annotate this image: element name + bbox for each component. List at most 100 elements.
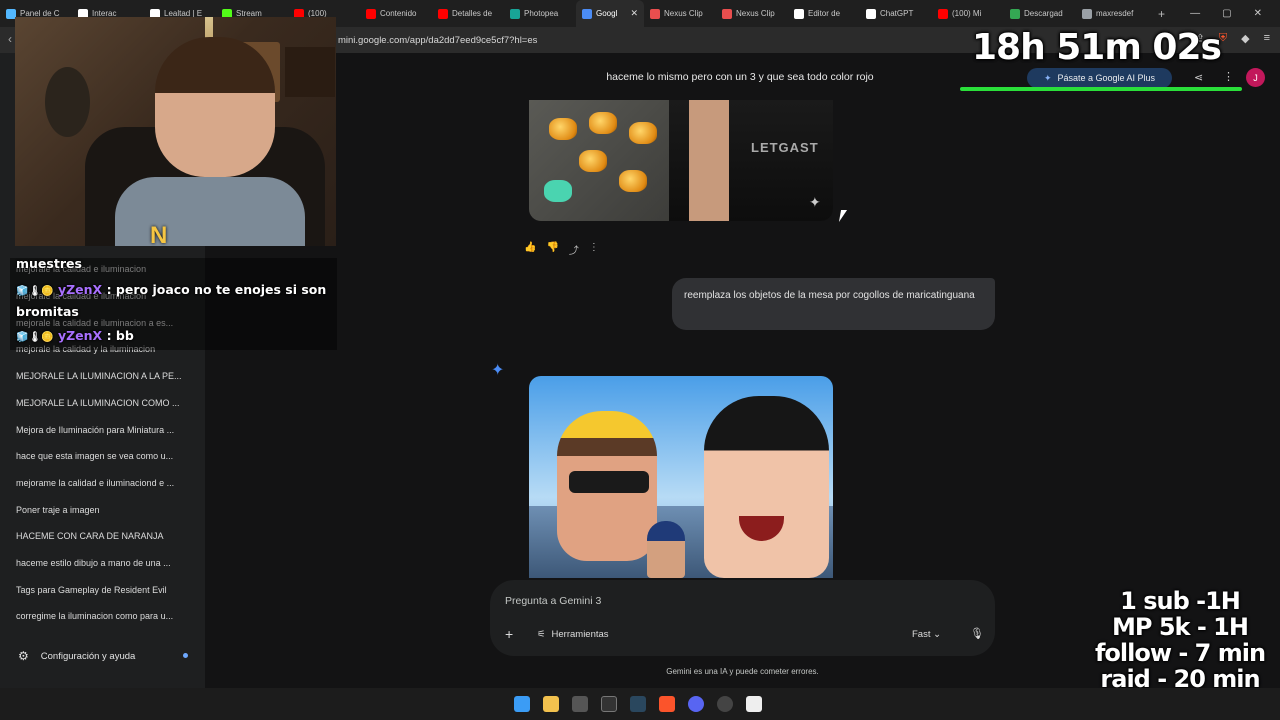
obs-icon[interactable] (717, 696, 733, 712)
url-text[interactable]: mini.google.com/app/da2dd7eed9ce5cf7?hl=… (338, 35, 537, 46)
gemini-sparkle-icon: ✦ (491, 362, 505, 379)
upgrade-label: Pásate a Google AI Plus (1057, 73, 1156, 83)
tab-label: Photopea (524, 9, 559, 18)
settings-and-help[interactable]: ⚙ Configuración y ayuda (18, 649, 188, 663)
tab-favicon-icon (438, 8, 448, 19)
subathon-rule: MP 5k - 1H (1112, 613, 1249, 641)
browser-tab[interactable]: Nexus Clip (644, 0, 716, 27)
browser-tab[interactable]: Editor de (788, 0, 860, 27)
sidebar-chat-item[interactable]: corregime la iluminacion como para u... (16, 611, 196, 621)
subathon-timer: 18h 51m 02s (972, 27, 1222, 68)
browser-tab[interactable]: maxresdef (1076, 0, 1148, 27)
tab-label: Contenido (380, 9, 417, 18)
brave-browser-icon[interactable] (659, 696, 675, 712)
browser-tab[interactable]: Googl ✕ (576, 0, 644, 27)
tab-label: ChatGPT (880, 9, 914, 18)
share-conversation-icon[interactable]: ⋖ (1194, 71, 1203, 84)
tools-button[interactable]: ⚟ Herramientas (537, 629, 609, 640)
avatar[interactable]: J (1246, 68, 1265, 87)
chat-text: : bb (106, 328, 134, 343)
tab-label: (100) Mi (952, 9, 982, 18)
tab-favicon-icon (650, 8, 660, 19)
subathon-rule: follow - 7 min (1094, 639, 1266, 667)
response-actions: 👍 👎 ⤴ ⋮ (524, 242, 599, 257)
settings-label: Configuración y ayuda (40, 650, 136, 662)
screen: Panel de C Interac Lealtad | E Stream (100) C… (0, 0, 1280, 720)
menu-icon[interactable]: ≡ (1264, 32, 1270, 45)
upgrade-button[interactable]: ✦ Pásate a Google AI Plus (1027, 68, 1172, 88)
browser-tab[interactable]: ChatGPT (860, 0, 932, 27)
tab-favicon-icon (866, 8, 876, 19)
sidebar-chat-item[interactable]: MEJORALE LA ILUMINACION A LA PE... (16, 371, 196, 381)
maximize-icon[interactable]: ▢ (1222, 8, 1231, 19)
sidebar-chat-item[interactable]: MEJORALE LA ILUMINACION COMO ... (16, 398, 196, 408)
tab-label: Descargad (1024, 9, 1063, 18)
sidebar-chat-item[interactable]: HACEME CON CARA DE NARANJA (16, 531, 196, 541)
sidebar-chat-item[interactable]: Tags para Gameplay de Resident Evil (16, 585, 196, 595)
sidebar-chat-item[interactable]: hace que esta imagen se vea como u... (16, 451, 196, 461)
capcut-icon[interactable] (746, 696, 762, 712)
user-prompt-text: haceme lo mismo pero con un 3 y que sea … (606, 71, 874, 83)
streamer-face (155, 37, 275, 177)
gear-icon: ⚙ (18, 649, 29, 663)
tab-favicon-icon (1010, 8, 1020, 19)
close-tab-icon[interactable]: ✕ (630, 8, 638, 19)
sidebar-chat-item[interactable]: Poner traje a imagen (16, 505, 196, 515)
browser-tab[interactable]: Nexus Clip (716, 0, 788, 27)
browser-tab[interactable]: Photopea (504, 0, 576, 27)
tab-label: Nexus Clip (736, 9, 775, 18)
minimize-icon[interactable]: — (1190, 8, 1200, 19)
tab-favicon-icon (794, 8, 804, 19)
sparkle-icon: ✦ (1043, 72, 1052, 83)
extension-icon[interactable]: ◆ (1241, 32, 1249, 45)
browser-tab[interactable]: Detalles de (432, 0, 504, 27)
steam-icon[interactable] (630, 696, 646, 712)
microphone-icon[interactable]: 🎙 (970, 627, 984, 640)
notification-dot (183, 653, 188, 658)
tab-favicon-icon (510, 8, 520, 19)
sidebar-chat-item[interactable]: mejorame la calidad e iluminaciond e ... (16, 478, 196, 488)
generated-image-1[interactable]: LETGAST ✦ (529, 100, 833, 221)
terminal-icon[interactable] (601, 696, 617, 712)
more-options-icon[interactable]: ⋮ (589, 242, 599, 257)
chat-badges-icon: 🧊🌡🪙 (16, 332, 54, 343)
share-icon[interactable]: ⤴ (569, 242, 579, 257)
new-tab-icon[interactable]: + (1148, 7, 1175, 21)
generated-image-2[interactable] (529, 376, 833, 578)
sidebar-chat-item[interactable]: Mejora de Iluminación para Miniatura ... (16, 425, 196, 435)
back-icon[interactable]: ‹ (8, 32, 12, 46)
channel-badge: N (150, 222, 168, 249)
chat-text-continuation: bromitas (16, 304, 79, 319)
browser-tab[interactable]: Descargad (1004, 0, 1076, 27)
browser-tab[interactable]: Contenido (360, 0, 432, 27)
mouse-cursor-icon (838, 210, 848, 222)
tab-label: Nexus Clip (664, 9, 703, 18)
discord-icon[interactable] (688, 696, 704, 712)
browser-tab[interactable]: (100) Mi (932, 0, 1004, 27)
shirt-logo-text: LETGAST (751, 140, 819, 155)
chat-message: 🧊🌡🪙 yZenX : pero joaco no te enojes si s… (16, 282, 326, 299)
chat-message: 🧊🌡🪙 yZenX : bb (16, 328, 134, 345)
prompt-input-box[interactable]: Pregunta a Gemini 3 + ⚟ Herramientas Fas… (490, 580, 995, 656)
close-window-icon[interactable]: ✕ (1254, 8, 1262, 19)
sidebar-chat-item[interactable]: haceme estilo dibujo a mano de una ... (16, 558, 196, 568)
taskbar-icons (514, 696, 762, 712)
app-icon[interactable] (572, 696, 588, 712)
webcam-feed (15, 17, 336, 246)
tools-label: Herramientas (551, 629, 609, 640)
timer-progress-bar (960, 87, 1242, 91)
thumbs-down-icon[interactable]: 👎 (546, 242, 558, 257)
tab-favicon-icon (1082, 8, 1092, 19)
windows-start-icon[interactable] (514, 696, 530, 712)
window-controls: — ▢ ✕ (1190, 8, 1280, 19)
tab-label: maxresdef (1096, 9, 1134, 18)
user-message-bubble: reemplaza los objetos de la mesa por cog… (672, 278, 995, 330)
prompt-placeholder[interactable]: Pregunta a Gemini 3 (505, 595, 601, 607)
model-selector[interactable]: Fast ⌄ (912, 629, 941, 640)
more-menu-icon[interactable]: ⋮ (1223, 70, 1234, 83)
thumbs-up-icon[interactable]: 👍 (524, 242, 536, 257)
file-explorer-icon[interactable] (543, 696, 559, 712)
taskbar (0, 688, 1280, 720)
add-icon[interactable]: + (505, 626, 513, 642)
tab-favicon-icon (722, 8, 732, 19)
